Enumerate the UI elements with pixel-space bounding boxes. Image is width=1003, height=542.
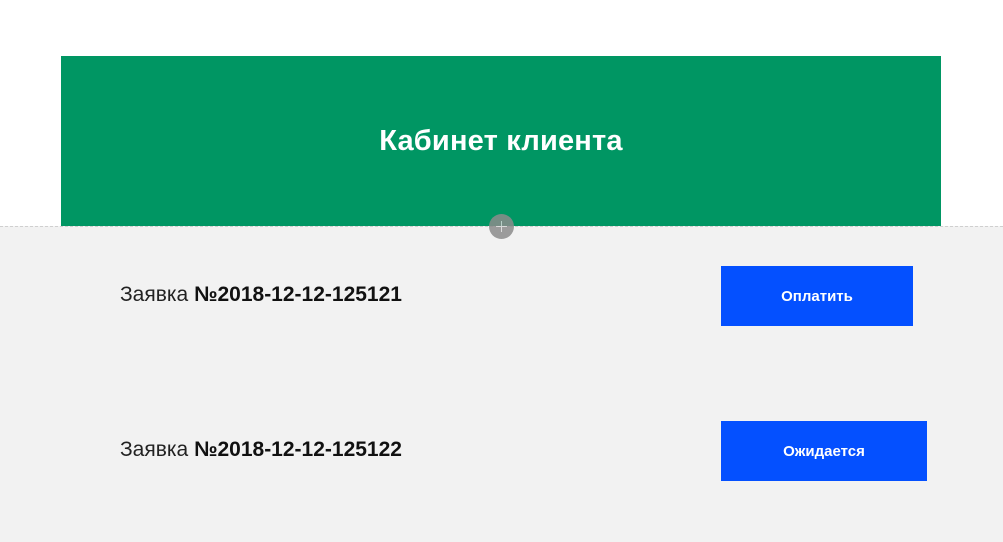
order-label: Заявка №2018-12-12-125122: [120, 438, 402, 462]
pay-button[interactable]: Оплатить: [721, 266, 913, 326]
add-block-button[interactable]: [489, 214, 514, 239]
page-title: Кабинет клиента: [379, 124, 623, 157]
order-prefix: Заявка: [120, 283, 195, 306]
order-number: №2018-12-12-125121: [194, 283, 402, 306]
header-banner: Кабинет клиента: [61, 56, 941, 226]
plus-icon-vertical: [501, 221, 502, 232]
page: Кабинет клиента Заявка №2018-12-12-12512…: [0, 0, 1003, 542]
order-label: Заявка №2018-12-12-125121: [120, 283, 402, 307]
pending-button[interactable]: Ожидается: [721, 421, 927, 481]
order-number: №2018-12-12-125122: [194, 438, 402, 461]
order-prefix: Заявка: [120, 438, 195, 461]
